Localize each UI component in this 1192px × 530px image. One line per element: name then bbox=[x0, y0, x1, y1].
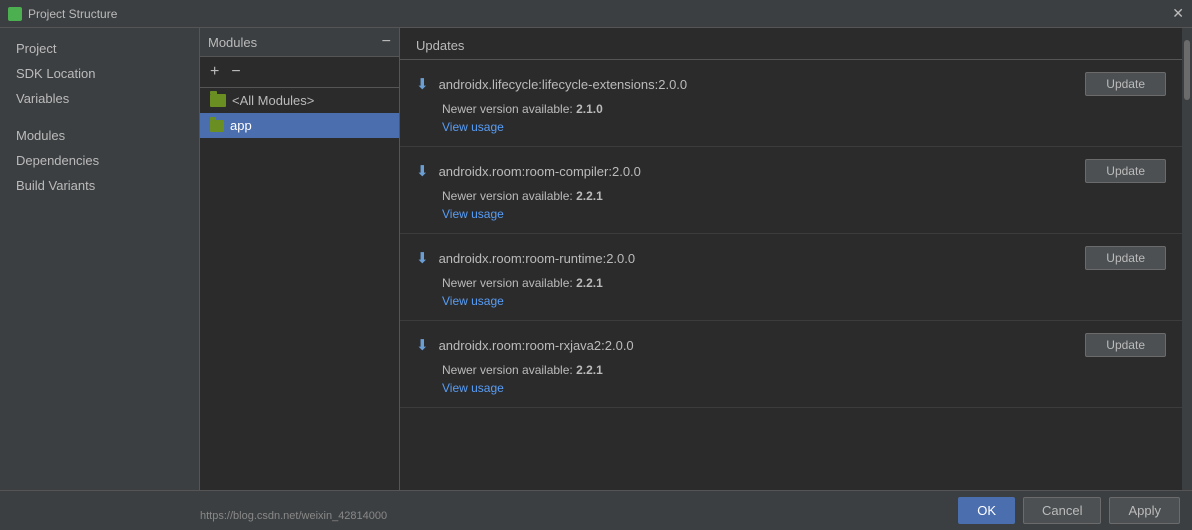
url-hint: https://blog.csdn.net/weixin_42814000 bbox=[200, 510, 387, 522]
sidebar-spacer bbox=[0, 111, 199, 123]
dialog-title: Project Structure bbox=[28, 7, 117, 21]
main-layout: Project SDK Location Variables Modules D… bbox=[0, 28, 1192, 530]
minimize-icon[interactable]: − bbox=[382, 34, 391, 50]
view-usage-link[interactable]: View usage bbox=[442, 294, 504, 308]
updates-header: Updates bbox=[400, 28, 1182, 60]
update-item-title: ⬇ androidx.room:room-rxjava2:2.0.0 bbox=[416, 336, 634, 354]
modules-header: Modules − bbox=[200, 28, 399, 57]
update-button-room-runtime[interactable]: Update bbox=[1085, 246, 1166, 270]
close-icon[interactable]: ✕ bbox=[1172, 5, 1184, 22]
modules-title: Modules bbox=[208, 35, 257, 50]
update-item-title: ⬇ androidx.lifecycle:lifecycle-extension… bbox=[416, 75, 687, 93]
update-item-header: ⬇ androidx.lifecycle:lifecycle-extension… bbox=[416, 72, 1166, 96]
remove-module-button[interactable]: − bbox=[227, 61, 244, 83]
sidebar-item-project[interactable]: Project bbox=[0, 36, 199, 61]
newer-version-number: 2.2.1 bbox=[576, 363, 603, 377]
view-usage-link[interactable]: View usage bbox=[442, 381, 504, 395]
ok-button[interactable]: OK bbox=[958, 497, 1015, 524]
sidebar-item-build-variants[interactable]: Build Variants bbox=[0, 173, 199, 198]
newer-version-text: Newer version available: 2.2.1 bbox=[442, 276, 1166, 290]
artifact-name: androidx.lifecycle:lifecycle-extensions:… bbox=[439, 77, 688, 92]
module-list: <All Modules> app bbox=[200, 88, 399, 530]
download-icon: ⬇ bbox=[416, 75, 429, 93]
download-icon: ⬇ bbox=[416, 162, 429, 180]
title-bar-left: Project Structure bbox=[8, 7, 117, 21]
update-item-room-compiler: ⬇ androidx.room:room-compiler:2.0.0 Upda… bbox=[400, 147, 1182, 234]
newer-version-number: 2.2.1 bbox=[576, 189, 603, 203]
download-icon: ⬇ bbox=[416, 249, 429, 267]
update-item-title: ⬇ androidx.room:room-runtime:2.0.0 bbox=[416, 249, 635, 267]
newer-version-text: Newer version available: 2.1.0 bbox=[442, 102, 1166, 116]
scrollbar-track[interactable] bbox=[1182, 28, 1192, 530]
sidebar-item-dependencies[interactable]: Dependencies bbox=[0, 148, 199, 173]
update-button-room-compiler[interactable]: Update bbox=[1085, 159, 1166, 183]
update-item-body: Newer version available: 2.1.0 View usag… bbox=[416, 102, 1166, 134]
artifact-name: androidx.room:room-rxjava2:2.0.0 bbox=[439, 338, 634, 353]
modules-toolbar: + − bbox=[200, 57, 399, 88]
sidebar-item-modules[interactable]: Modules bbox=[0, 123, 199, 148]
artifact-name: androidx.room:room-runtime:2.0.0 bbox=[439, 251, 636, 266]
updates-panel: Updates ⬇ androidx.lifecycle:lifecycle-e… bbox=[400, 28, 1182, 530]
view-usage-link[interactable]: View usage bbox=[442, 207, 504, 221]
update-item-body: Newer version available: 2.2.1 View usag… bbox=[416, 189, 1166, 221]
update-button-room-rxjava2[interactable]: Update bbox=[1085, 333, 1166, 357]
sidebar-item-variables[interactable]: Variables bbox=[0, 86, 199, 111]
modules-panel: Modules − + − <All Modules> app bbox=[200, 28, 400, 530]
right-panel-wrapper: Updates ⬇ androidx.lifecycle:lifecycle-e… bbox=[400, 28, 1192, 530]
updates-content: ⬇ androidx.lifecycle:lifecycle-extension… bbox=[400, 60, 1182, 530]
update-button-lifecycle-extensions[interactable]: Update bbox=[1085, 72, 1166, 96]
folder-icon bbox=[210, 120, 224, 132]
update-item-room-runtime: ⬇ androidx.room:room-runtime:2.0.0 Updat… bbox=[400, 234, 1182, 321]
title-bar: Project Structure ✕ bbox=[0, 0, 1192, 28]
module-item-all[interactable]: <All Modules> bbox=[200, 88, 399, 113]
update-item-header: ⬇ androidx.room:room-compiler:2.0.0 Upda… bbox=[416, 159, 1166, 183]
update-item-title: ⬇ androidx.room:room-compiler:2.0.0 bbox=[416, 162, 641, 180]
sidebar-nav: Project SDK Location Variables Modules D… bbox=[0, 28, 199, 505]
app-icon bbox=[8, 7, 22, 21]
update-item-header: ⬇ androidx.room:room-runtime:2.0.0 Updat… bbox=[416, 246, 1166, 270]
scrollbar-thumb[interactable] bbox=[1184, 40, 1190, 100]
newer-version-number: 2.2.1 bbox=[576, 276, 603, 290]
artifact-name: androidx.room:room-compiler:2.0.0 bbox=[439, 164, 641, 179]
update-item-header: ⬇ androidx.room:room-rxjava2:2.0.0 Updat… bbox=[416, 333, 1166, 357]
update-item-lifecycle-extensions: ⬇ androidx.lifecycle:lifecycle-extension… bbox=[400, 60, 1182, 147]
add-module-button[interactable]: + bbox=[206, 61, 223, 83]
newer-version-number: 2.1.0 bbox=[576, 102, 603, 116]
sidebar-item-sdk-location[interactable]: SDK Location bbox=[0, 61, 199, 86]
newer-version-text: Newer version available: 2.2.1 bbox=[442, 363, 1166, 377]
view-usage-link[interactable]: View usage bbox=[442, 120, 504, 134]
update-item-room-rxjava2: ⬇ androidx.room:room-rxjava2:2.0.0 Updat… bbox=[400, 321, 1182, 408]
update-item-body: Newer version available: 2.2.1 View usag… bbox=[416, 363, 1166, 395]
apply-button[interactable]: Apply bbox=[1109, 497, 1180, 524]
download-icon: ⬇ bbox=[416, 336, 429, 354]
sidebar: Project SDK Location Variables Modules D… bbox=[0, 28, 200, 530]
folder-icon bbox=[210, 94, 226, 107]
bottom-bar: https://blog.csdn.net/weixin_42814000 OK… bbox=[0, 490, 1192, 530]
newer-version-text: Newer version available: 2.2.1 bbox=[442, 189, 1166, 203]
cancel-button[interactable]: Cancel bbox=[1023, 497, 1101, 524]
update-item-body: Newer version available: 2.2.1 View usag… bbox=[416, 276, 1166, 308]
module-item-app[interactable]: app bbox=[200, 113, 399, 138]
